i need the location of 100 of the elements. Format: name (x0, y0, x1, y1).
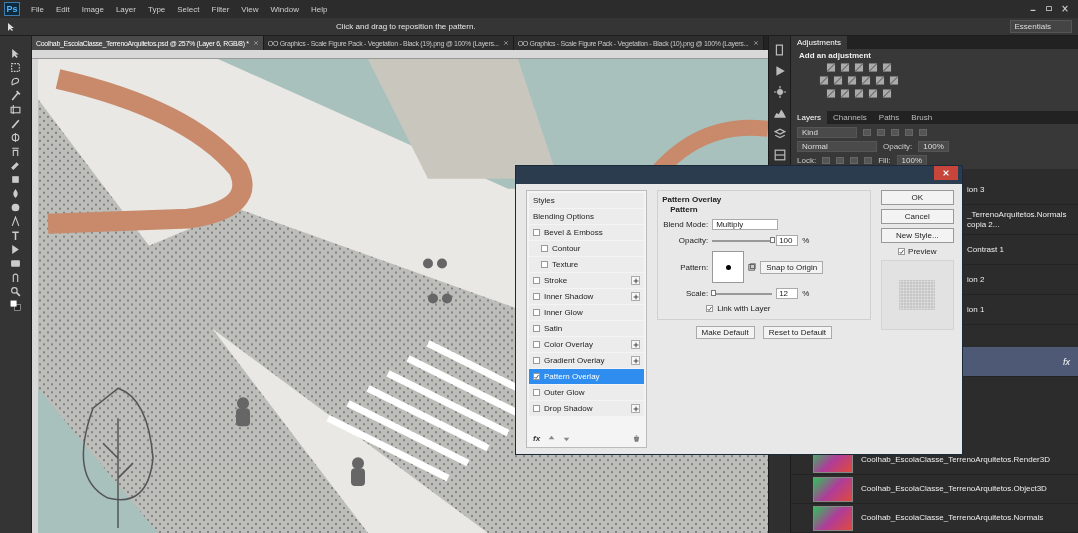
panel-tab[interactable]: Paths (872, 111, 906, 124)
style-item[interactable]: Outer Glow (529, 385, 645, 400)
menu-item[interactable]: Image (76, 4, 109, 14)
drop-tool-icon[interactable] (10, 188, 21, 199)
move-tool-icon[interactable] (10, 48, 21, 59)
add-button[interactable] (631, 292, 641, 301)
panel-tab[interactable]: Brush (905, 111, 939, 124)
crop-tool-icon[interactable] (10, 104, 21, 115)
menu-item[interactable]: Type (142, 4, 171, 14)
checkbox[interactable] (533, 405, 540, 412)
number-field[interactable]: 12 (776, 288, 799, 299)
checkbox[interactable] (541, 261, 548, 268)
adjustment-icon[interactable] (882, 89, 892, 98)
snap-button[interactable]: Snap to Origin (760, 260, 824, 274)
adjustment-icon[interactable] (840, 63, 850, 72)
adjustment-icon[interactable] (826, 89, 836, 98)
menu-item[interactable]: Select (172, 4, 205, 14)
menu-item[interactable]: Window (265, 4, 304, 14)
checkbox[interactable] (541, 245, 548, 252)
adjustment-icon[interactable] (882, 63, 892, 72)
style-item[interactable]: Bevel & Emboss (529, 225, 645, 240)
down-arrow-icon[interactable] (563, 435, 571, 442)
style-item[interactable]: Texture (529, 257, 645, 272)
pencil-tool-icon[interactable] (10, 118, 21, 129)
opacity-field[interactable]: 100% (918, 141, 949, 152)
adjustment-icon[interactable] (868, 63, 878, 72)
add-button[interactable] (631, 276, 641, 285)
filter-dropdown[interactable]: Kind (797, 127, 857, 138)
layer-row[interactable]: Coolhab_EscolaClasse_TerrenoArquitetos.Normals (791, 504, 1078, 533)
adjustment-icon[interactable] (833, 76, 843, 85)
checkbox[interactable] (533, 357, 540, 364)
close-icon[interactable] (752, 40, 759, 46)
marquee-tool-icon[interactable] (10, 62, 21, 73)
style-item[interactable]: Drop Shadow (529, 401, 645, 416)
type-tool-icon[interactable] (10, 230, 21, 241)
new-preset-icon[interactable] (748, 263, 757, 271)
checkbox[interactable] (898, 248, 906, 255)
menu-item[interactable]: Help (305, 4, 333, 14)
color-swatches-icon[interactable] (10, 300, 21, 311)
restore-icon[interactable] (1044, 5, 1054, 13)
panel-icon[interactable] (773, 149, 786, 161)
checkbox[interactable] (533, 341, 540, 348)
blend-mode-dropdown[interactable]: Multiply (712, 219, 779, 230)
style-item[interactable]: Stroke (529, 273, 645, 288)
trash-icon[interactable] (633, 435, 641, 442)
layer-row[interactable]: Coolhab_EscolaClasse_TerrenoArquitetos.Object3D (791, 475, 1078, 504)
panel-tab[interactable]: Layers (791, 111, 827, 124)
brush-tool-icon[interactable] (10, 160, 21, 171)
reset-default-button[interactable]: Reset to Default (762, 326, 833, 339)
new-style-button[interactable]: New Style... (880, 228, 954, 243)
checkbox[interactable] (533, 229, 540, 236)
adjustment-icon[interactable] (868, 89, 878, 98)
adjustment-icon[interactable] (840, 89, 850, 98)
ok-button[interactable]: OK (880, 190, 954, 205)
slider-thumb[interactable] (770, 236, 776, 243)
checkbox[interactable] (533, 325, 540, 332)
checkbox[interactable] (533, 309, 540, 316)
style-item[interactable]: Inner Shadow (529, 289, 645, 304)
adjustment-icon[interactable] (854, 63, 864, 72)
blend-mode-dropdown[interactable]: Normal (797, 141, 877, 152)
number-field[interactable]: 100 (776, 235, 799, 246)
adjustment-icon[interactable] (826, 63, 836, 72)
checkbox[interactable] (533, 277, 540, 284)
adjustment-icon[interactable] (889, 76, 899, 85)
adjustment-icon[interactable] (875, 76, 885, 85)
style-item[interactable]: Color Overlay (529, 337, 645, 352)
zoom-icon[interactable] (10, 286, 21, 297)
style-item[interactable]: Styles (529, 193, 645, 208)
close-icon[interactable] (502, 40, 509, 46)
add-button[interactable] (631, 356, 641, 365)
style-item[interactable]: Gradient Overlay (529, 353, 645, 368)
panel-tab[interactable]: Adjustments (791, 36, 848, 49)
menu-item[interactable]: Filter (206, 4, 235, 14)
rectangle-tool-icon[interactable] (10, 258, 21, 269)
play-icon[interactable] (773, 65, 786, 77)
layers-stack-icon[interactable] (773, 128, 786, 140)
checkbox[interactable] (533, 389, 540, 396)
up-arrow-icon[interactable] (548, 435, 556, 442)
make-default-button[interactable]: Make Default (695, 326, 755, 339)
histogram-icon[interactable] (773, 107, 786, 119)
checkbox[interactable] (706, 305, 714, 312)
checkbox[interactable] (533, 293, 540, 300)
slider-thumb[interactable] (710, 289, 716, 296)
checkbox[interactable] (533, 373, 540, 380)
sun-icon[interactable] (773, 86, 786, 98)
style-item[interactable]: Inner Glow (529, 305, 645, 320)
menu-item[interactable]: Edit (50, 4, 75, 14)
close-icon[interactable] (1060, 5, 1070, 13)
style-item[interactable]: Blending Options (529, 209, 645, 224)
style-item[interactable]: Satin (529, 321, 645, 336)
lasso-tool-icon[interactable] (10, 76, 21, 87)
adjustment-icon[interactable] (861, 76, 871, 85)
arrow-icon[interactable] (6, 21, 16, 32)
cancel-button[interactable]: Cancel (880, 209, 954, 224)
menu-item[interactable]: View (236, 4, 264, 14)
fx-button[interactable]: fx (533, 434, 541, 443)
wand-tool-icon[interactable] (10, 90, 21, 101)
pattern-swatch[interactable] (712, 251, 745, 283)
panel-tab[interactable]: Channels (827, 111, 873, 124)
style-item[interactable]: Contour (529, 241, 645, 256)
